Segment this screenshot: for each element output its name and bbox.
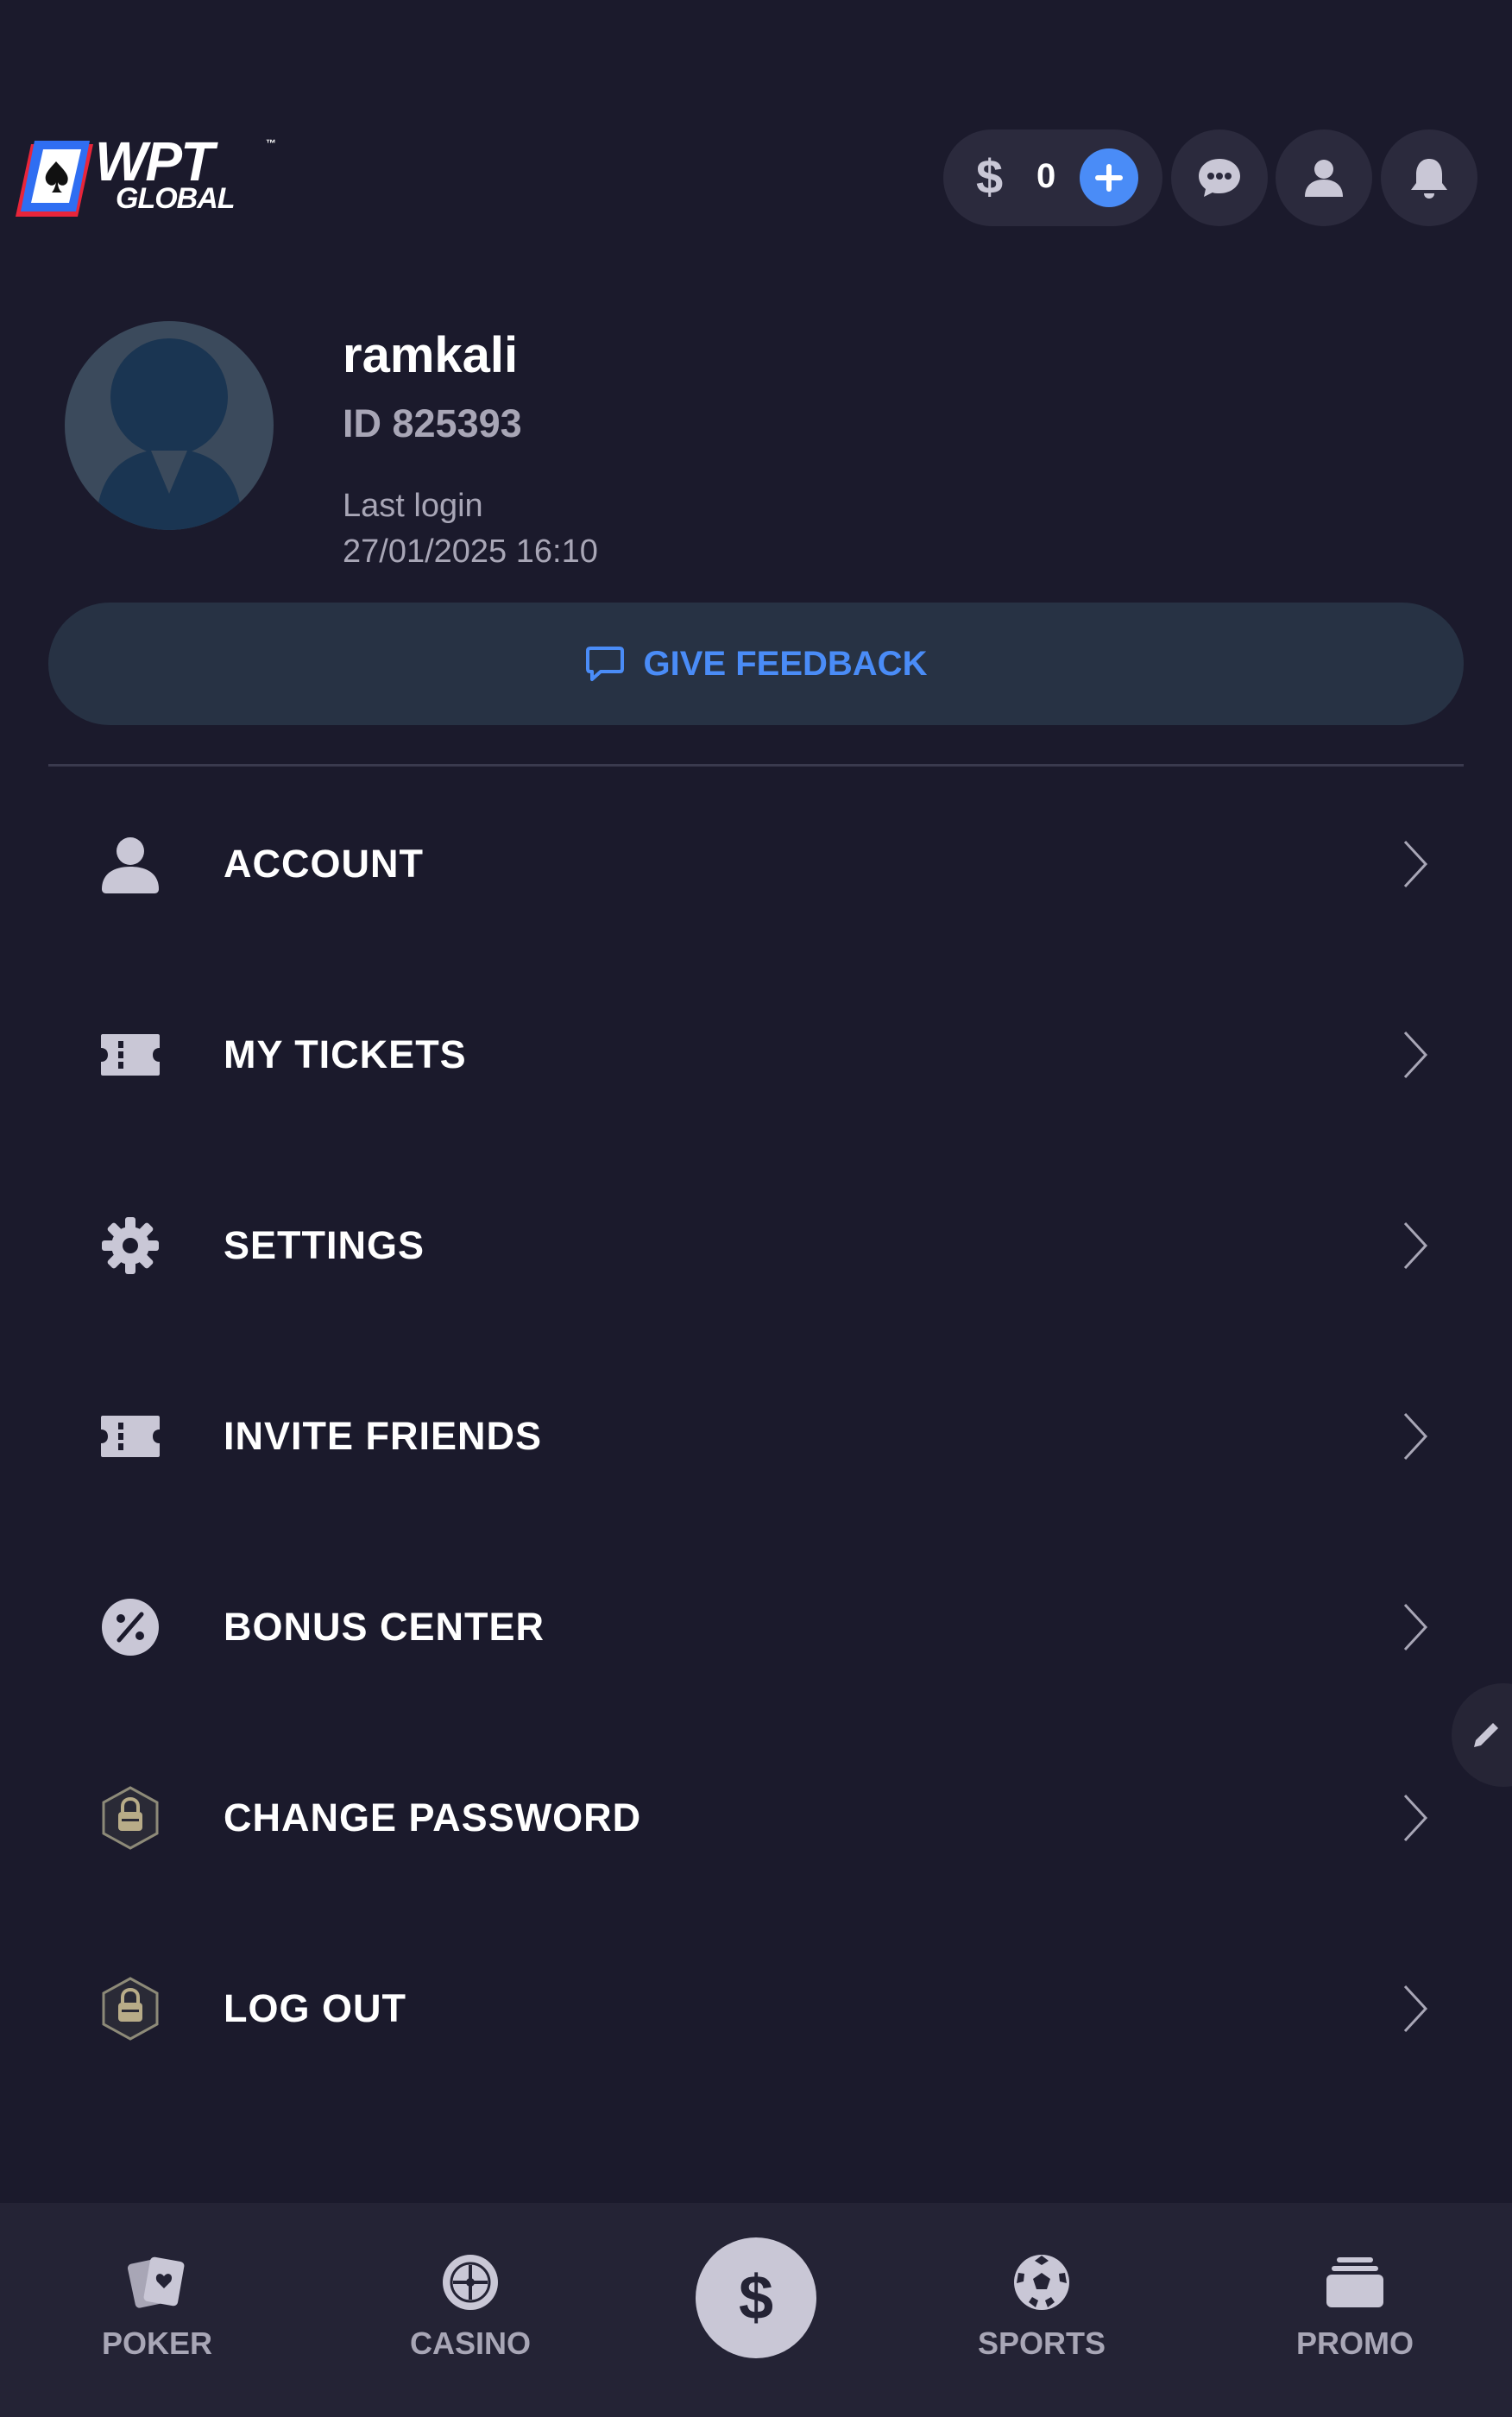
ticket-icon <box>96 1402 165 1471</box>
percent-icon <box>96 1593 165 1662</box>
menu-label: SETTINGS <box>224 1223 425 1267</box>
nav-sports[interactable]: SPORTS <box>947 2248 1137 2377</box>
nav-label: POKER <box>101 2325 213 2361</box>
gear-icon <box>96 1211 165 1280</box>
divider <box>48 764 1464 767</box>
username: ramkali <box>343 327 519 383</box>
menu-label: CHANGE PASSWORD <box>224 1795 642 1840</box>
menu-label: INVITE FRIENDS <box>224 1414 543 1458</box>
nav-label: PROMO <box>1295 2325 1414 2361</box>
feedback-bubble-icon <box>585 647 624 681</box>
menu-item-settings[interactable]: SETTINGS <box>48 1172 1464 1319</box>
logo-wpt-text: WPT <box>95 130 214 192</box>
promo-stack-icon <box>1320 2248 1389 2317</box>
menu-item-my-tickets[interactable]: MY TICKETS <box>48 981 1464 1128</box>
chevron-right-icon <box>1403 1221 1428 1270</box>
user-icon <box>96 830 165 899</box>
balance-amount: 0 <box>1036 157 1056 195</box>
give-feedback-label: GIVE FEEDBACK <box>643 644 928 683</box>
nav-cashier-button[interactable]: $ <box>696 2237 816 2358</box>
notifications-button[interactable] <box>1381 129 1477 226</box>
menu-label: BONUS CENTER <box>224 1605 545 1649</box>
nav-label: SPORTS <box>977 2325 1106 2361</box>
last-login-label: Last login <box>343 488 483 524</box>
nav-label: CASINO <box>409 2325 531 2361</box>
chevron-right-icon <box>1403 1412 1428 1461</box>
menu-label: LOG OUT <box>224 1986 406 2030</box>
avatar-silhouette-icon <box>96 338 243 530</box>
soccer-ball-icon <box>1007 2248 1076 2317</box>
give-feedback-button[interactable]: GIVE FEEDBACK <box>48 603 1464 725</box>
chevron-right-icon <box>1403 840 1428 888</box>
chevron-right-icon <box>1403 1794 1428 1842</box>
menu-item-account[interactable]: ACCOUNT <box>48 791 1464 937</box>
last-login-time: 27/01/2025 16:10 <box>343 533 598 570</box>
cashier-dollar-icon: $ <box>738 2263 774 2332</box>
nav-promo[interactable]: PROMO <box>1260 2248 1450 2377</box>
nav-poker[interactable]: POKER <box>62 2248 252 2377</box>
user-id: ID 825393 <box>343 401 522 445</box>
menu-item-change-password[interactable]: CHANGE PASSWORD <box>48 1745 1464 1891</box>
chevron-right-icon <box>1403 1031 1428 1079</box>
bottom-navigation: POKER CASINO $ SPORTS PROMO <box>0 2203 1512 2417</box>
chevron-right-icon <box>1403 1603 1428 1651</box>
menu-item-invite-friends[interactable]: INVITE FRIENDS <box>48 1363 1464 1510</box>
avatar[interactable] <box>65 321 274 530</box>
chat-bubble-icon <box>1199 159 1240 197</box>
bell-icon <box>1411 159 1447 199</box>
profile-button[interactable] <box>1276 129 1372 226</box>
ticket-icon <box>96 1020 165 1089</box>
cards-icon <box>123 2248 192 2317</box>
wpt-global-logo[interactable]: WPT GLOBAL ™ <box>16 130 276 220</box>
logo-global-text: GLOBAL <box>116 182 236 215</box>
logo-wordmark: WPT GLOBAL <box>95 130 236 215</box>
user-icon <box>1305 160 1343 197</box>
lock-badge-icon <box>96 1974 165 2043</box>
menu-item-bonus-center[interactable]: BONUS CENTER <box>48 1554 1464 1701</box>
currency-symbol: $ <box>976 149 1004 204</box>
menu-item-log-out[interactable]: LOG OUT <box>48 1935 1464 2082</box>
menu-label: ACCOUNT <box>224 842 424 886</box>
chevron-right-icon <box>1403 1985 1428 2033</box>
lock-badge-icon <box>96 1783 165 1852</box>
logo-trademark: ™ <box>266 137 276 149</box>
logo-card-icon <box>16 141 93 217</box>
deposit-plus-button[interactable] <box>1080 148 1138 207</box>
chat-button[interactable] <box>1171 129 1268 226</box>
nav-casino[interactable]: CASINO <box>375 2248 565 2377</box>
plus-icon <box>1095 164 1123 192</box>
balance-pill[interactable]: $ 0 <box>943 129 1162 226</box>
menu-label: MY TICKETS <box>224 1032 467 1076</box>
pencil-icon <box>1474 1723 1498 1747</box>
roulette-icon <box>436 2248 505 2317</box>
